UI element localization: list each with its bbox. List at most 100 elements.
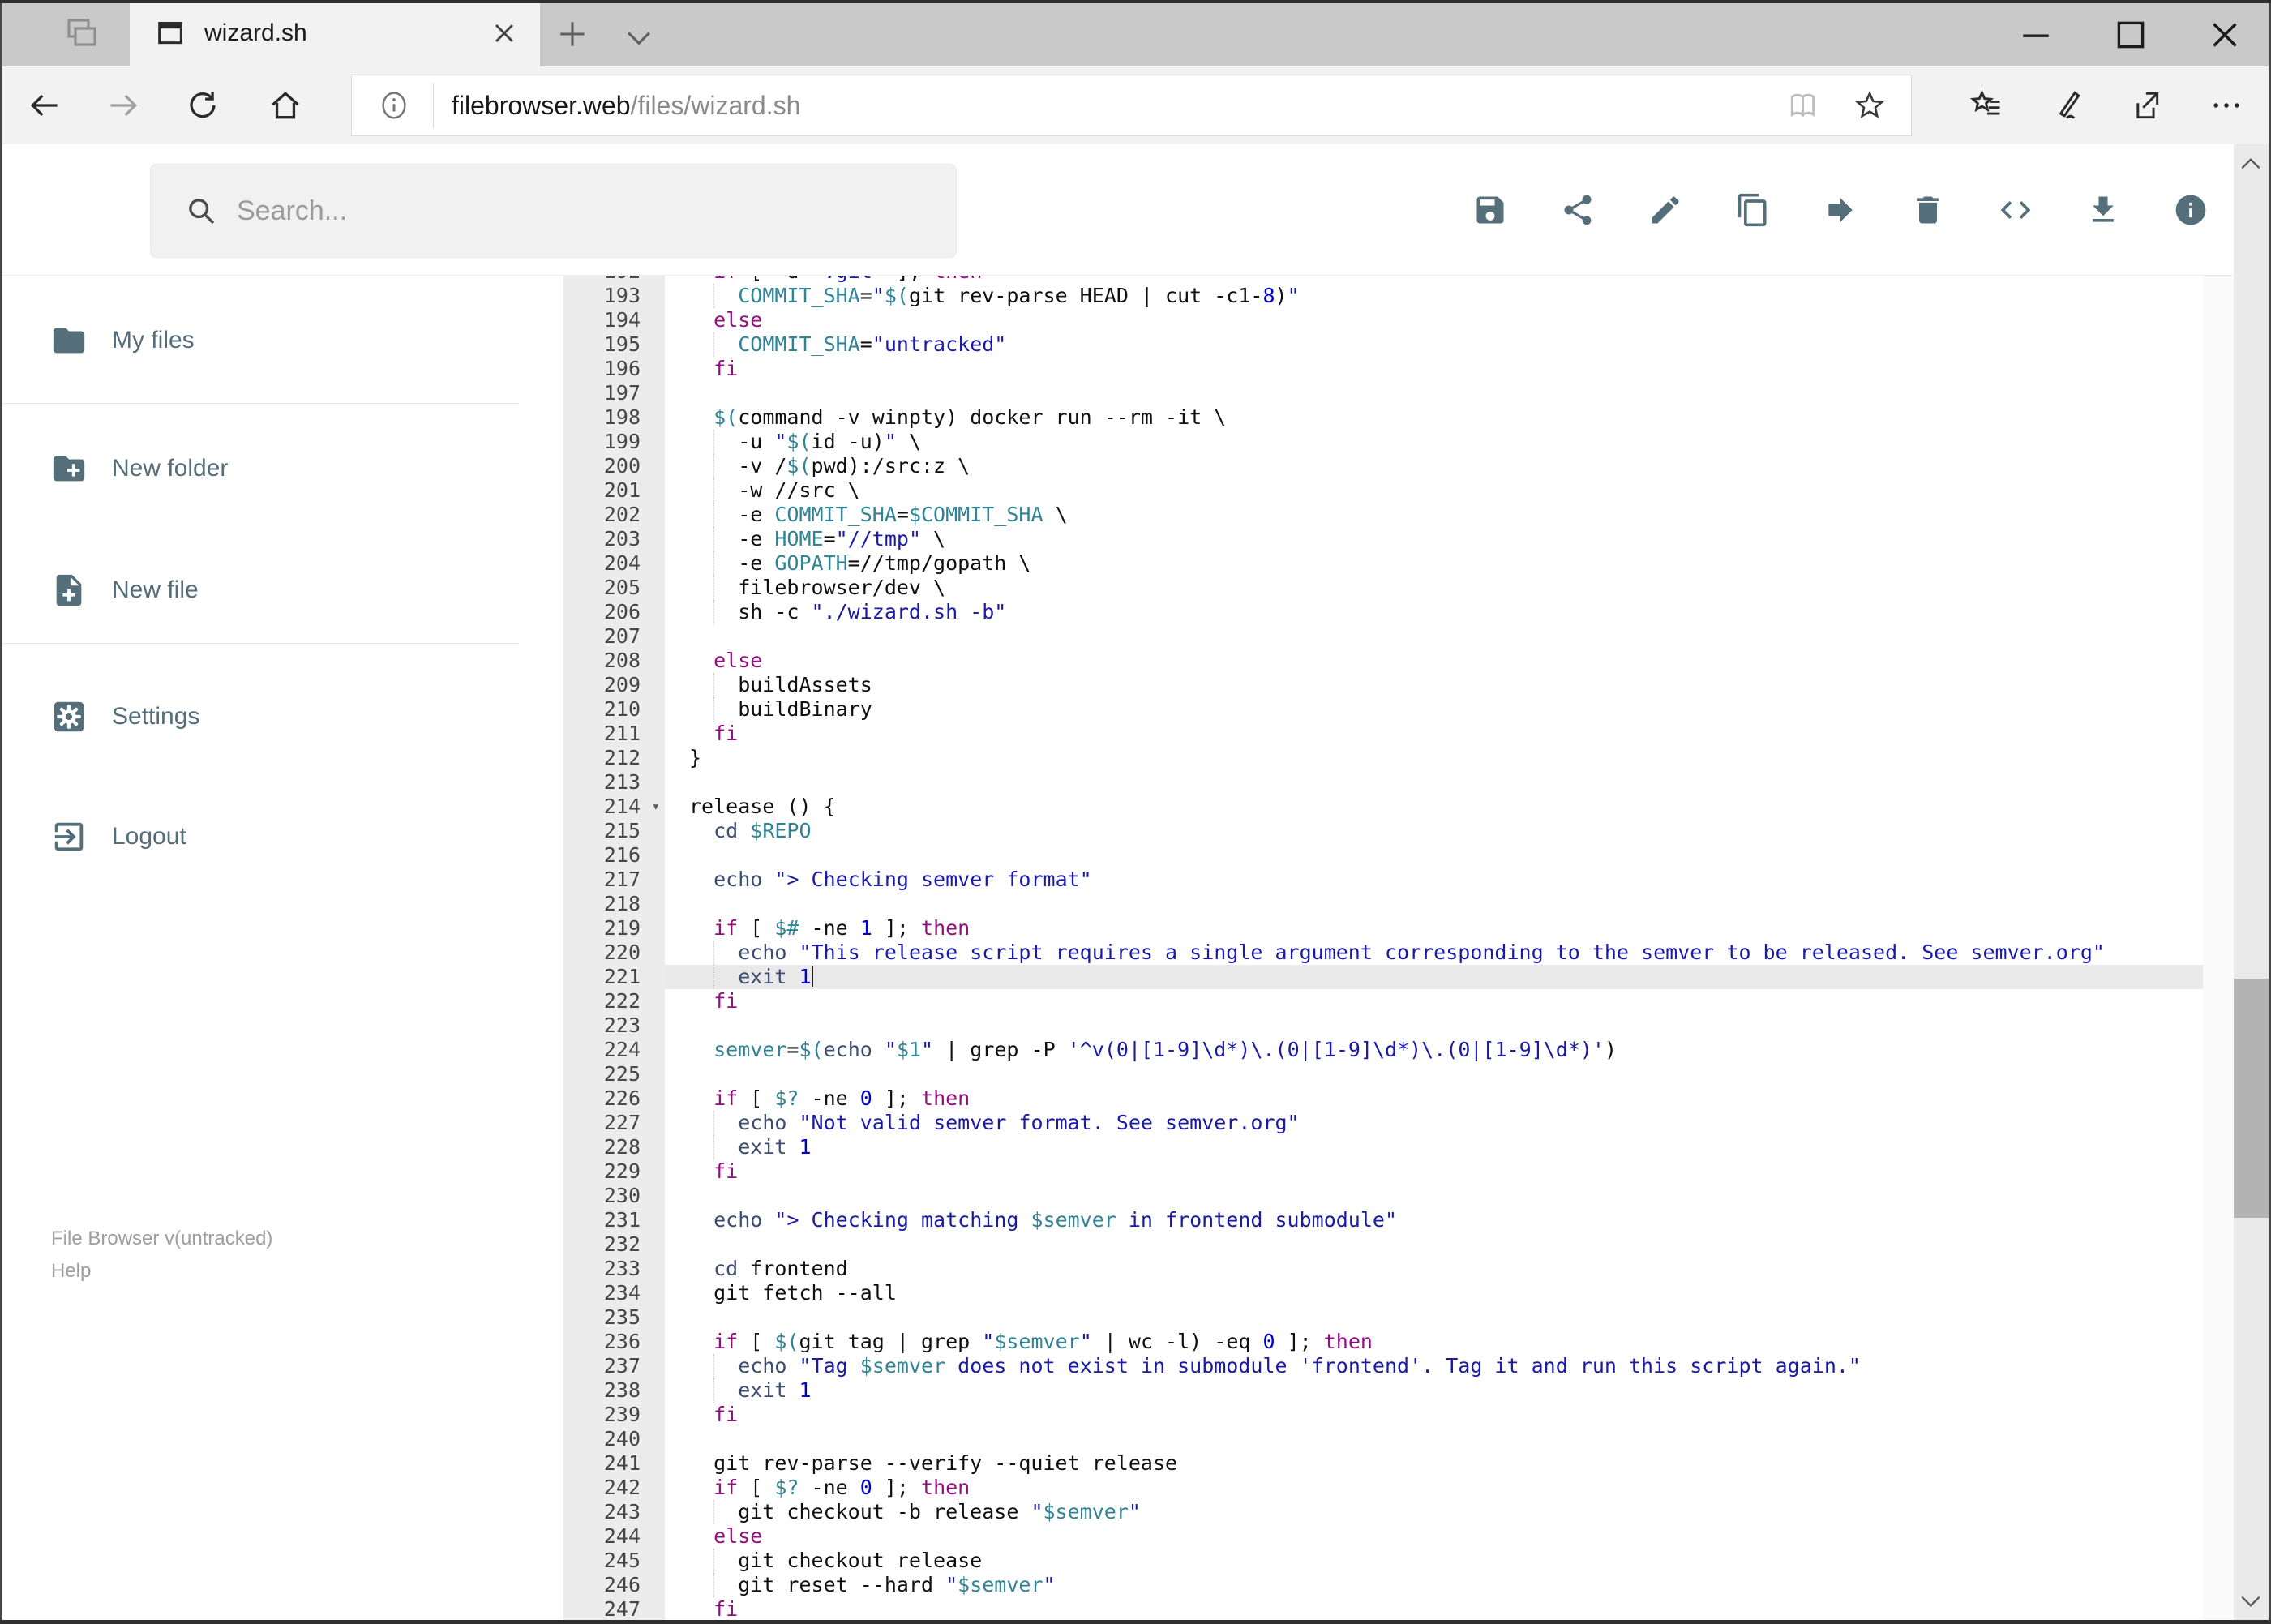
code-line-text[interactable]	[665, 892, 2203, 916]
code-line-text[interactable]	[665, 1013, 2203, 1038]
sidebar-item-new-file[interactable]: New file	[0, 554, 535, 627]
code-line[interactable]: 243 git checkout -b release "$semver"	[563, 1500, 2203, 1524]
code-line[interactable]: 192 if [ -d ".git" ]; then	[563, 276, 2203, 284]
code-line-text[interactable]: if [ $? -ne 0 ]; then	[665, 1476, 2203, 1500]
code-line[interactable]: 241 git rev-parse --verify --quiet relea…	[563, 1451, 2203, 1476]
code-line[interactable]: 193 COMMIT_SHA="$(git rev-parse HEAD | c…	[563, 284, 2203, 308]
code-line[interactable]: 232	[563, 1232, 2203, 1257]
sidebar-item-new-folder[interactable]: New folder	[0, 432, 535, 505]
code-line[interactable]: 213	[563, 770, 2203, 795]
code-line[interactable]: 201 -w //src \	[563, 478, 2203, 503]
code-line[interactable]: 215 cd $REPO	[563, 819, 2203, 843]
code-line-text[interactable]: echo "This release script requires a sin…	[665, 941, 2203, 965]
code-line[interactable]: 216	[563, 843, 2203, 868]
code-line[interactable]: 199 -u "$(id -u)" \	[563, 430, 2203, 454]
code-line[interactable]: 210 buildBinary	[563, 697, 2203, 722]
code-line[interactable]: 220 echo "This release script requires a…	[563, 941, 2203, 965]
sidebar-item-settings[interactable]: Settings	[0, 680, 535, 753]
code-line-text[interactable]: COMMIT_SHA="$(git rev-parse HEAD | cut -…	[665, 284, 2203, 308]
code-line-text[interactable]: COMMIT_SHA="untracked"	[665, 332, 2203, 357]
page-scrollbar[interactable]	[2234, 144, 2269, 1621]
site-info-icon[interactable]	[378, 89, 410, 122]
code-line-text[interactable]	[665, 1232, 2203, 1257]
back-icon[interactable]	[27, 88, 62, 123]
url-text[interactable]: filebrowser.web/files/wizard.sh	[452, 91, 1786, 121]
code-line-text[interactable]: $(command -v winpty) docker run --rm -it…	[665, 405, 2203, 430]
code-line-text[interactable]	[665, 1305, 2203, 1330]
code-line-text[interactable]: git reset --hard "$semver"	[665, 1573, 2203, 1597]
edit-button[interactable]	[1648, 192, 1683, 228]
code-line[interactable]: 238 exit 1	[563, 1378, 2203, 1403]
code-line-text[interactable]: fi	[665, 1597, 2203, 1621]
scrollbar-thumb[interactable]	[2234, 979, 2269, 1218]
code-line-text[interactable]: fi	[665, 357, 2203, 381]
refresh-icon[interactable]	[185, 88, 221, 123]
code-line[interactable]: 247 fi	[563, 1597, 2203, 1621]
sidebar-item-my-files[interactable]: My files	[0, 304, 535, 377]
tab-preview-icon[interactable]	[62, 15, 101, 54]
code-line-text[interactable]: semver=$(echo "$1" | grep -P '^v(0|[1-9]…	[665, 1038, 2203, 1062]
code-line[interactable]: 222 fi	[563, 989, 2203, 1013]
code-line-text[interactable]	[665, 770, 2203, 795]
code-line[interactable]: 230	[563, 1184, 2203, 1208]
code-line-text[interactable]: git checkout -b release "$semver"	[665, 1500, 2203, 1524]
code-line-text[interactable]: fi	[665, 1159, 2203, 1184]
code-line-text[interactable]: -e GOPATH=//tmp/gopath \	[665, 551, 2203, 576]
code-line[interactable]: 218	[563, 892, 2203, 916]
info-button[interactable]	[2173, 192, 2209, 228]
code-line[interactable]: 204 -e GOPATH=//tmp/gopath \	[563, 551, 2203, 576]
code-line-text[interactable]: if [ $# -ne 1 ]; then	[665, 916, 2203, 941]
code-line[interactable]: 234 git fetch --all	[563, 1281, 2203, 1305]
code-line-text[interactable]	[665, 843, 2203, 868]
code-line[interactable]: 203 -e HOME="//tmp" \	[563, 527, 2203, 551]
code-line-text[interactable]: buildBinary	[665, 697, 2203, 722]
code-line[interactable]: 237 echo "Tag $semver does not exist in …	[563, 1354, 2203, 1378]
code-line[interactable]: 224 semver=$(echo "$1" | grep -P '^v(0|[…	[563, 1038, 2203, 1062]
code-line-text[interactable]: echo "Tag $semver does not exist in subm…	[665, 1354, 2203, 1378]
code-line-text[interactable]	[665, 1184, 2203, 1208]
code-line-text[interactable]: fi	[665, 989, 2203, 1013]
code-line-text[interactable]: echo "Not valid semver format. See semve…	[665, 1111, 2203, 1135]
delete-button[interactable]	[1910, 192, 1946, 228]
code-editor[interactable]: 192 if [ -d ".git" ]; then193 COMMIT_SHA…	[563, 276, 2203, 1621]
code-line[interactable]: 244 else	[563, 1524, 2203, 1549]
code-line-text[interactable]: -v /$(pwd):/src:z \	[665, 454, 2203, 478]
download-button[interactable]	[2085, 192, 2121, 228]
home-icon[interactable]	[268, 88, 303, 123]
help-link[interactable]: Help	[51, 1255, 272, 1288]
code-line[interactable]: 236 if [ $(git tag | grep "$semver" | wc…	[563, 1330, 2203, 1354]
code-line[interactable]: 207	[563, 624, 2203, 649]
code-line-text[interactable]: cd $REPO	[665, 819, 2203, 843]
code-line[interactable]: 227 echo "Not valid semver format. See s…	[563, 1111, 2203, 1135]
code-line[interactable]: 221 exit 1	[563, 965, 2203, 989]
code-line-text[interactable]: exit 1	[665, 965, 2203, 989]
code-line[interactable]: 209 buildAssets	[563, 673, 2203, 697]
code-line-text[interactable]: else	[665, 1524, 2203, 1549]
code-line-text[interactable]: }	[665, 746, 2203, 770]
share-button[interactable]	[1560, 192, 1596, 228]
code-line[interactable]: 200 -v /$(pwd):/src:z \	[563, 454, 2203, 478]
code-line[interactable]: 205 filebrowser/dev \	[563, 576, 2203, 600]
code-line[interactable]: 211 fi	[563, 722, 2203, 746]
code-line[interactable]: 197	[563, 381, 2203, 405]
code-line[interactable]: 226 if [ $? -ne 0 ]; then	[563, 1086, 2203, 1111]
code-line-text[interactable]: fi	[665, 1403, 2203, 1427]
code-line[interactable]: 246 git reset --hard "$semver"	[563, 1573, 2203, 1597]
hub-favorites-icon[interactable]	[1969, 88, 2004, 123]
code-line-text[interactable]: if [ $? -ne 0 ]; then	[665, 1086, 2203, 1111]
minimize-button[interactable]	[2014, 13, 2058, 54]
code-line[interactable]: 194 else	[563, 308, 2203, 332]
code-line-text[interactable]: filebrowser/dev \	[665, 576, 2203, 600]
code-line[interactable]: 214 ▾ release () {	[563, 795, 2203, 819]
code-line[interactable]: 208 else	[563, 649, 2203, 673]
search-input[interactable]	[235, 194, 884, 228]
code-line[interactable]: 239 fi	[563, 1403, 2203, 1427]
code-line-text[interactable]	[665, 381, 2203, 405]
code-line[interactable]: 245 git checkout release	[563, 1549, 2203, 1573]
code-line[interactable]: 223	[563, 1013, 2203, 1038]
copy-button[interactable]	[1735, 192, 1771, 228]
new-tab-icon[interactable]	[555, 16, 590, 52]
reading-view-icon[interactable]	[1786, 88, 1822, 123]
close-tab-icon[interactable]	[488, 17, 521, 49]
code-line-text[interactable]: else	[665, 649, 2203, 673]
